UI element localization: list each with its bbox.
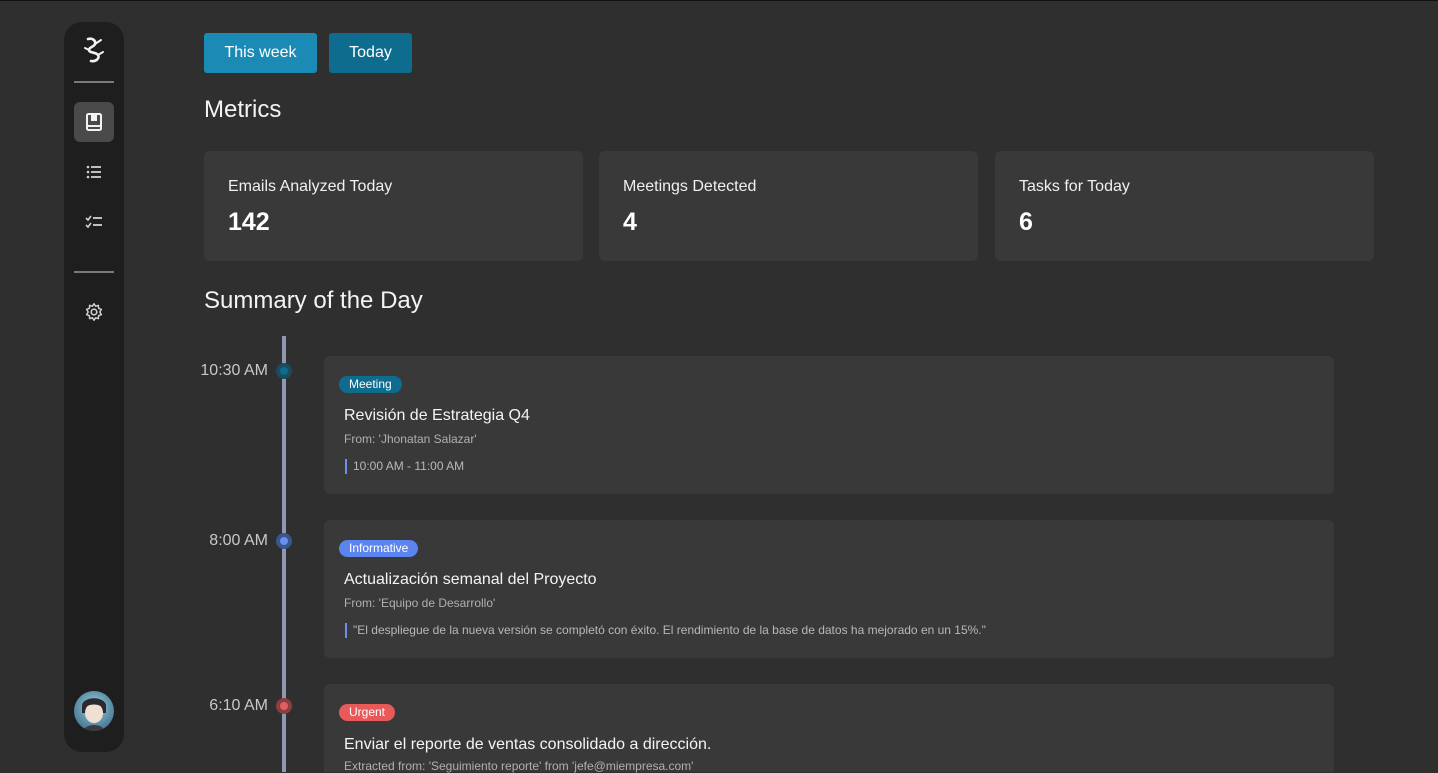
this-week-button[interactable]: This week: [204, 33, 317, 73]
event-time-range: 10:00 AM - 11:00 AM: [345, 459, 464, 474]
event-card[interactable]: Urgent Enviar el reporte de ventas conso…: [324, 684, 1334, 773]
metric-value: 4: [623, 208, 637, 236]
event-badge-informative: Informative: [339, 540, 419, 557]
sidebar-item-tasks[interactable]: [74, 202, 114, 242]
avatar[interactable]: [74, 691, 114, 731]
sidebar-item-list[interactable]: [74, 152, 114, 192]
metric-card-meetings: Meetings Detected 4: [599, 151, 978, 261]
timeline-time: 6:10 AM: [209, 697, 268, 714]
checklist-icon: [85, 215, 102, 229]
logo-icon[interactable]: [82, 36, 106, 66]
metrics-heading: Metrics: [204, 96, 282, 123]
summary-heading: Summary of the Day: [204, 287, 423, 314]
sidebar-item-dashboard[interactable]: [74, 102, 114, 142]
today-button[interactable]: Today: [329, 33, 412, 73]
book-icon: [86, 113, 102, 131]
event-title: Revisión de Estrategia Q4: [344, 407, 530, 424]
list-icon: [86, 165, 101, 179]
event-title: Actualización semanal del Proyecto: [344, 571, 597, 588]
metric-card-emails: Emails Analyzed Today 142: [204, 151, 583, 261]
event-from: From: 'Jhonatan Salazar': [344, 432, 477, 446]
sidebar-item-settings[interactable]: [74, 292, 114, 332]
metric-label: Emails Analyzed Today: [228, 178, 393, 195]
timeline-dot: [276, 533, 292, 549]
timeline-time: 10:30 AM: [200, 362, 268, 379]
metric-value: 142: [228, 208, 270, 236]
event-from: From: 'Equipo de Desarrollo': [344, 596, 496, 610]
sidebar-divider: [74, 271, 114, 273]
sidebar: [64, 22, 124, 752]
metric-label: Tasks for Today: [1019, 178, 1130, 195]
event-card[interactable]: Informative Actualización semanal del Pr…: [324, 520, 1334, 658]
timeline-dot: [276, 363, 292, 379]
timeline-dot: [276, 698, 292, 714]
gear-icon: [85, 303, 103, 321]
event-quote: "El despliegue de la nueva versión se co…: [345, 623, 986, 638]
event-card[interactable]: Meeting Revisión de Estrategia Q4 From: …: [324, 356, 1334, 494]
event-badge-urgent: Urgent: [339, 704, 396, 721]
event-title: Enviar el reporte de ventas consolidado …: [344, 736, 712, 753]
metric-card-tasks: Tasks for Today 6: [995, 151, 1374, 261]
sidebar-divider: [74, 81, 114, 83]
metric-label: Meetings Detected: [623, 178, 757, 195]
timeline-time: 8:00 AM: [209, 532, 268, 549]
metric-value: 6: [1019, 208, 1033, 236]
event-badge-meeting: Meeting: [339, 376, 402, 393]
